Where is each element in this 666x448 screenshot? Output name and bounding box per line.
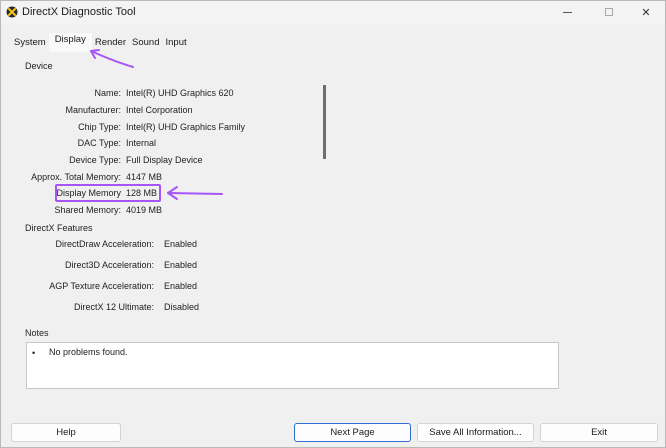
dxdiag-window: DirectX Diagnostic Tool ✕ System Display… — [0, 0, 666, 448]
annotation-arrows — [90, 49, 223, 200]
arrow-to-display-memory — [167, 186, 223, 200]
arrow-to-display-tab — [90, 49, 134, 68]
